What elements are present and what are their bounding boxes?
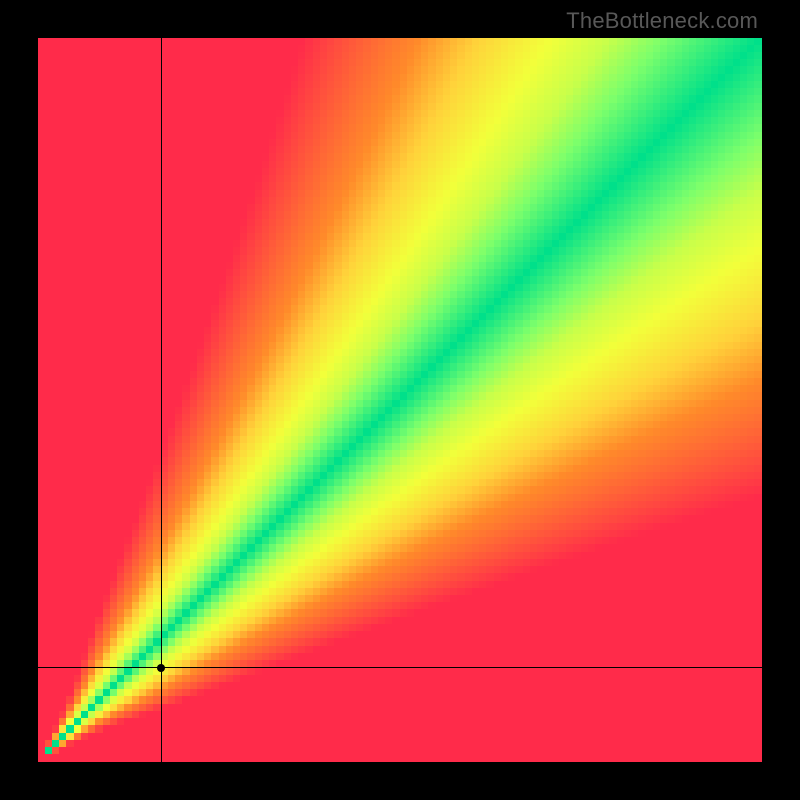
crosshair-marker-dot	[157, 664, 165, 672]
crosshair-horizontal	[38, 667, 762, 668]
heatmap-canvas	[38, 38, 762, 762]
heatmap-plot	[38, 38, 762, 762]
watermark-text: TheBottleneck.com	[566, 8, 758, 34]
chart-frame: TheBottleneck.com	[0, 0, 800, 800]
crosshair-vertical	[161, 38, 162, 762]
